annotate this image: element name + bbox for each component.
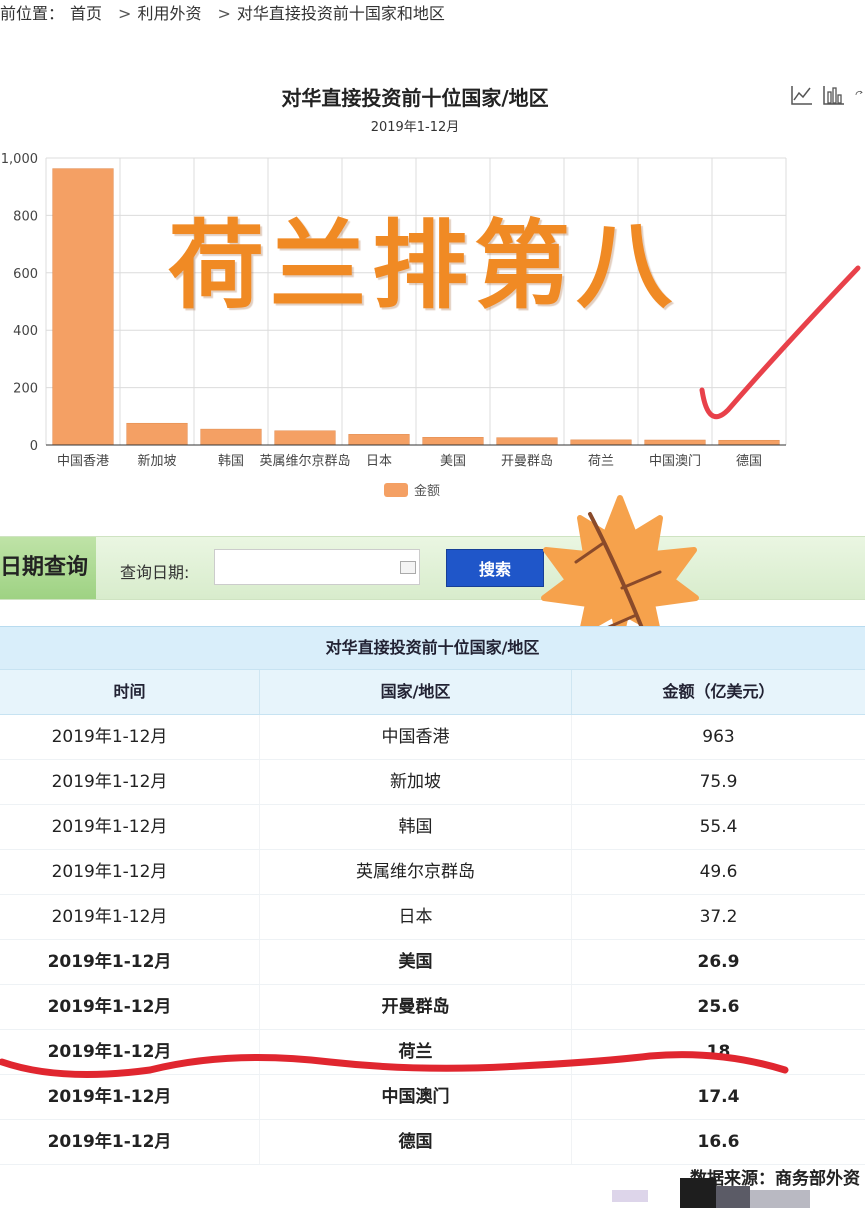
table-cell-time: 2019年1-12月 [0,940,260,984]
blurred-region [680,1178,716,1208]
table-row: 2019年1-12月 开曼群岛 25.6 [0,985,865,1030]
date-query-bar: 日期查询 查询日期: 搜索 [0,536,865,600]
table-cell-country: 韩国 [260,805,572,849]
x-tick-label: 英属维尔京群岛 [259,453,350,469]
breadcrumb-prefix: 前位置： [0,4,65,23]
x-tick-label: 日本 [366,454,392,469]
y-tick-label: 400 [13,324,38,339]
bar[interactable] [422,437,484,446]
table-cell-amount: 49.6 [699,862,738,882]
table-cell-time: 2019年1-12月 [0,760,260,804]
bar[interactable] [274,430,336,446]
table-row: 2019年1-12月 韩国 55.4 [0,805,865,850]
blurred-region [750,1190,810,1208]
table-cell-amount: 25.6 [697,997,740,1017]
table-row: 2019年1-12月 英属维尔京群岛 49.6 [0,850,865,895]
table-header-amount: 金额（亿美元） [662,682,775,701]
breadcrumb-home-link[interactable]: 首页 [70,4,102,23]
query-date-label: 查询日期: [120,563,190,582]
table-cell-amount: 37.2 [699,907,738,927]
table-body: 2019年1-12月 中国香港 963 2019年1-12月 新加坡 75.9 2019年1… [0,715,865,1165]
bar-chart-icon[interactable] [822,84,846,106]
table-caption: 对华直接投资前十位国家/地区 [0,626,865,669]
table-cell-country: 新加坡 [260,760,572,804]
chart-toolbar [790,84,865,106]
x-tick-label: 美国 [440,454,466,469]
y-tick-label: 200 [13,382,38,397]
table-row: 2019年1-12月 新加坡 75.9 [0,760,865,805]
table-header-country: 国家/地区 [260,670,572,714]
chart-x-ticks: 中国香港 新加坡 韩国 英属维尔京群岛 日本 美国 开曼群岛 荷兰 中国澳门 德国 [57,453,762,469]
query-date-input[interactable] [214,549,420,585]
search-button[interactable]: 搜索 [446,549,544,587]
bar[interactable] [200,428,262,446]
table-cell-country: 中国香港 [260,715,572,759]
chart-y-ticks: 0 200 400 600 800 1,000 [1,152,38,454]
table-row: 2019年1-12月 美国 26.9 [0,940,865,985]
bar[interactable] [348,434,410,446]
table-cell-amount: 963 [702,727,735,747]
table-cell-country: 德国 [260,1120,572,1164]
x-tick-label: 德国 [736,454,762,469]
table-cell-amount: 55.4 [699,817,738,837]
date-query-tab[interactable]: 日期查询 [0,537,96,599]
y-tick-label: 800 [13,209,38,224]
x-tick-label: 新加坡 [137,453,176,469]
overlay-annotation-text: 荷兰排第八 [168,209,678,322]
legend-label: 金额 [414,484,441,499]
table-cell-time: 2019年1-12月 [0,985,260,1029]
x-tick-label: 中国香港 [57,454,109,469]
breadcrumb-separator: > [217,4,231,23]
table-row: 2019年1-12月 德国 16.6 [0,1120,865,1165]
table-row: 2019年1-12月 日本 37.2 [0,895,865,940]
x-tick-label: 中国澳门 [649,453,701,469]
table-cell-time: 2019年1-12月 [0,1120,260,1164]
legend-swatch [384,482,408,497]
x-tick-label: 开曼群岛 [501,453,553,469]
table-cell-amount: 26.9 [697,952,740,972]
y-tick-label: 0 [30,439,38,454]
table-cell-amount: 75.9 [699,772,738,792]
x-tick-label: 荷兰 [588,454,614,469]
breadcrumb-separator: > [118,4,132,23]
table-cell-time: 2019年1-12月 [0,850,260,894]
bar[interactable] [718,439,780,446]
table-cell-time: 2019年1-12月 [0,805,260,849]
y-tick-label: 1,000 [1,152,38,167]
chart-subtitle: 2019年1-12月 [370,120,460,135]
table-cell-time: 2019年1-12月 [0,895,260,939]
calendar-icon[interactable] [400,561,416,574]
bar[interactable] [52,168,114,446]
red-underline-mark [0,1051,789,1078]
y-tick-label: 600 [13,267,38,282]
bar[interactable] [644,439,706,446]
table-header-row: 时间 国家/地区 金额（亿美元） [0,669,865,715]
bar[interactable] [126,422,188,446]
table-row: 2019年1-12月 中国香港 963 [0,715,865,760]
table-cell-country: 美国 [260,940,572,984]
table-header-time: 时间 [0,670,260,714]
breadcrumb-current-page: 对华直接投资前十国家和地区 [236,4,445,23]
table-cell-amount: 16.6 [697,1132,740,1152]
bar[interactable] [570,439,632,446]
refresh-icon[interactable] [854,84,865,106]
blurred-region [612,1190,648,1202]
table-cell-country: 开曼群岛 [260,985,572,1029]
table-cell-time: 2019年1-12月 [0,715,260,759]
breadcrumb: 前位置： 首页 > 利用外资 > 对华直接投资前十国家和地区 [0,0,451,24]
red-check-mark [699,265,861,420]
table-cell-country: 英属维尔京群岛 [260,850,572,894]
x-tick-label: 韩国 [218,454,244,469]
chart-title: 对华直接投资前十位国家/地区 [281,86,549,110]
bar[interactable] [496,437,558,446]
breadcrumb-foreign-investment-link[interactable]: 利用外资 [137,4,201,23]
line-chart-icon[interactable] [790,84,814,106]
table-cell-country: 日本 [260,895,572,939]
blurred-region [716,1186,750,1208]
chart-legend[interactable]: 金额 [384,480,440,499]
